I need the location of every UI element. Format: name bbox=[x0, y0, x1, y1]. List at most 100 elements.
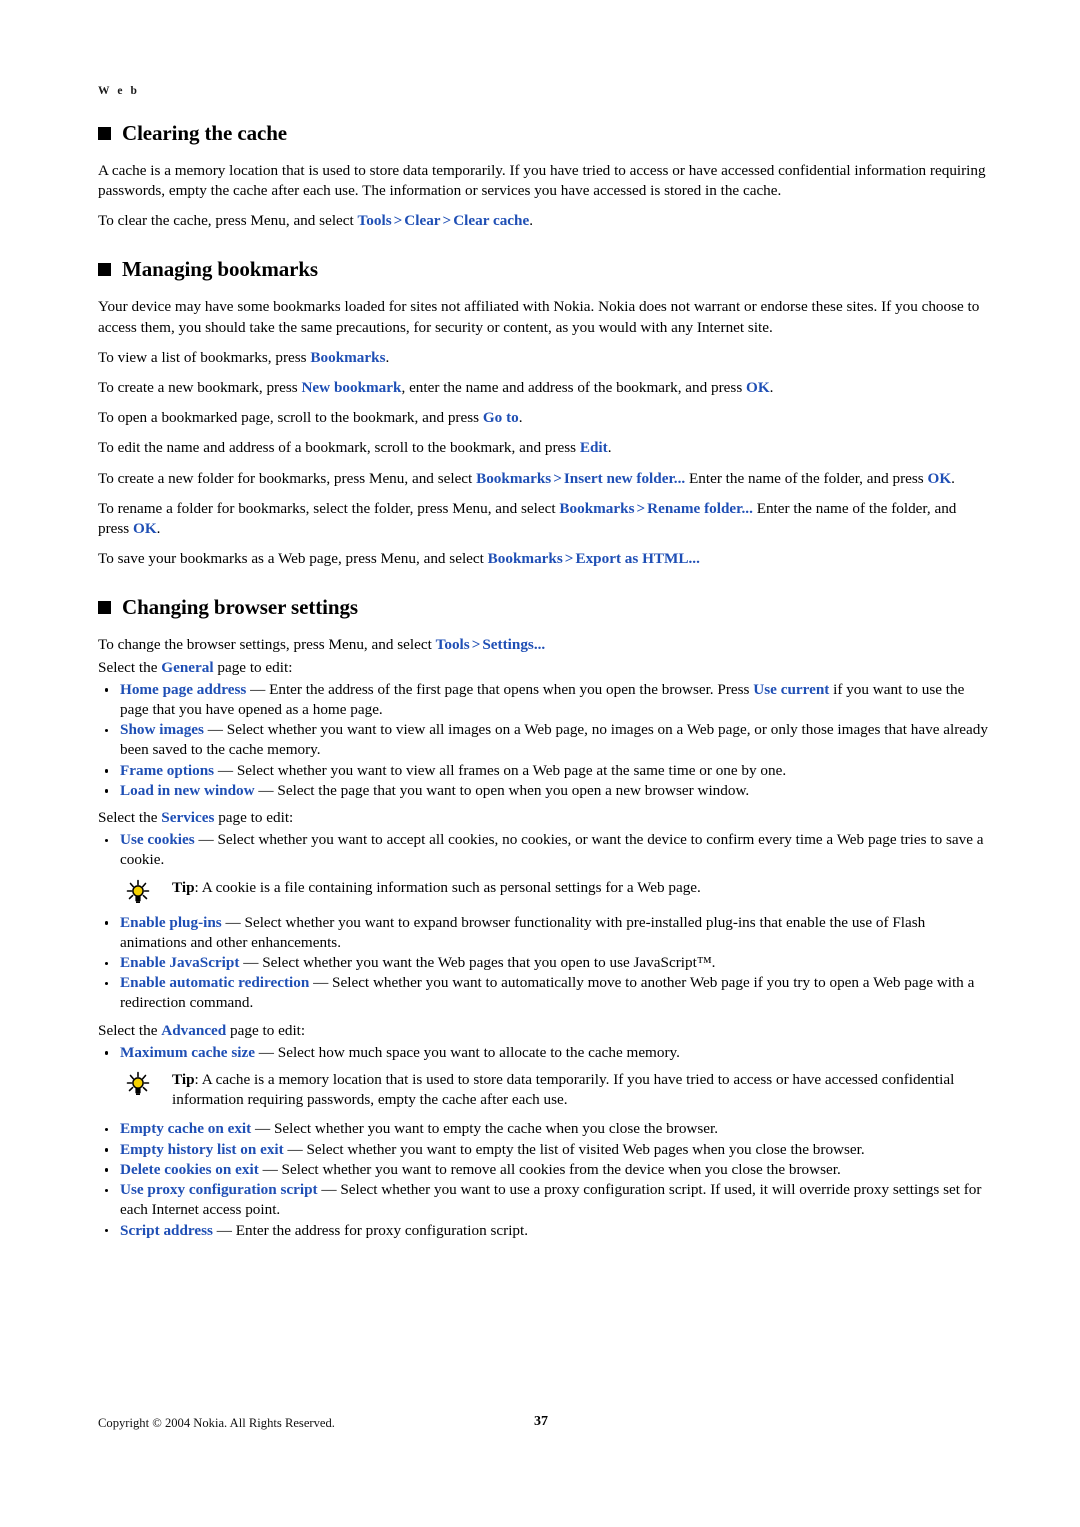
setting-description: Select whether you want to accept all co… bbox=[120, 831, 984, 869]
link-ok[interactable]: OK bbox=[133, 520, 157, 537]
dash: — bbox=[221, 913, 245, 931]
paragraph-cache-definition: A cache is a memory location that is use… bbox=[98, 161, 986, 199]
setting-term[interactable]: Use proxy configuration script bbox=[120, 1181, 318, 1198]
link-bookmarks[interactable]: Bookmarks bbox=[559, 500, 634, 517]
lightbulb-tip-icon bbox=[120, 1071, 156, 1097]
setting-term[interactable]: Use cookies bbox=[120, 831, 195, 848]
setting-term[interactable]: Script address bbox=[120, 1222, 213, 1239]
link-advanced[interactable]: Advanced bbox=[161, 1022, 226, 1039]
setting-term[interactable]: Enable plug-ins bbox=[120, 914, 222, 931]
instruction-open-bookmark: To open a bookmarked page, scroll to the… bbox=[98, 408, 988, 428]
text-trail: . bbox=[156, 519, 161, 537]
link-general[interactable]: General bbox=[161, 659, 213, 676]
link-bookmarks[interactable]: Bookmarks bbox=[310, 349, 385, 366]
setting-description: Select whether you want to empty the lis… bbox=[306, 1140, 865, 1158]
instruction-view-bookmarks: To view a list of bookmarks, press Bookm… bbox=[98, 348, 988, 368]
page-number: 37 bbox=[534, 1414, 548, 1429]
text-trail: . bbox=[607, 439, 612, 457]
text-lead: To create a new folder for bookmarks, pr… bbox=[98, 469, 477, 487]
setting-term[interactable]: Maximum cache size bbox=[120, 1044, 255, 1061]
services-settings-list-before-tip: Use cookies — Select whether you want to… bbox=[98, 830, 990, 870]
setting-term[interactable]: Delete cookies on exit bbox=[120, 1161, 259, 1178]
section-heading-changing-browser-settings: Changing browser settings bbox=[98, 596, 990, 619]
instruction-open-settings: To change the browser settings, press Me… bbox=[98, 635, 988, 655]
separator-gt: > bbox=[553, 469, 562, 487]
setting-term[interactable]: Empty history list on exit bbox=[120, 1141, 284, 1158]
instruction-export-as-html: To save your bookmarks as a Web page, pr… bbox=[98, 549, 988, 569]
tip-block-cache: Tip: A cache is a memory location that i… bbox=[98, 1070, 990, 1110]
text-trail: . bbox=[769, 378, 774, 396]
tip-text-cookie: Tip: A cookie is a file containing infor… bbox=[172, 878, 701, 898]
setting-description: Enter the address of the first page that… bbox=[269, 680, 754, 698]
setting-description: Select whether you want the Web pages th… bbox=[262, 954, 716, 972]
link-services[interactable]: Services bbox=[161, 809, 214, 826]
tip-label: Tip bbox=[172, 1071, 195, 1089]
link-clear[interactable]: Clear bbox=[404, 212, 440, 229]
square-bullet-icon bbox=[98, 126, 111, 140]
instruction-create-bookmark: To create a new bookmark, press New book… bbox=[98, 378, 988, 398]
link-ok[interactable]: OK bbox=[746, 379, 770, 396]
dash: — bbox=[194, 831, 218, 849]
link-go-to[interactable]: Go to bbox=[483, 409, 519, 426]
link-export-as-html[interactable]: Export as HTML... bbox=[575, 550, 699, 567]
dash: — bbox=[317, 1181, 341, 1199]
link-clear-cache[interactable]: Clear cache bbox=[453, 212, 529, 229]
link-ok[interactable]: OK bbox=[928, 470, 952, 487]
page-footer: Copyright © 2004 Nokia. All Rights Reser… bbox=[98, 1414, 990, 1435]
section-heading-clearing-the-cache: Clearing the cache bbox=[98, 120, 990, 145]
setting-term[interactable]: Home page address bbox=[120, 681, 246, 698]
tip-text-cache: Tip: A cache is a memory location that i… bbox=[172, 1070, 990, 1110]
setting-description: Select the page that you want to open wh… bbox=[277, 781, 750, 799]
setting-term[interactable]: Frame options bbox=[120, 762, 214, 779]
link-tools[interactable]: Tools bbox=[436, 636, 470, 653]
setting-term[interactable]: Empty cache on exit bbox=[120, 1120, 251, 1137]
services-settings-list-after-tip: Enable plug-ins — Select whether you wan… bbox=[98, 913, 990, 1014]
instruction-insert-new-folder: To create a new folder for bookmarks, pr… bbox=[98, 469, 988, 489]
link-bookmarks[interactable]: Bookmarks bbox=[476, 470, 551, 487]
advanced-settings-list-after-tip: Empty cache on exit — Select whether you… bbox=[98, 1119, 990, 1240]
instruction-trail: . bbox=[529, 212, 534, 229]
setting-description: Select whether you want to remove all co… bbox=[281, 1160, 841, 1178]
setting-term[interactable]: Show images bbox=[120, 721, 204, 738]
setting-description: Enter the address for proxy configuratio… bbox=[235, 1221, 529, 1239]
list-item-use-proxy-configuration-script: Use proxy configuration script — Select … bbox=[98, 1180, 990, 1220]
list-item-use-cookies: Use cookies — Select whether you want to… bbox=[98, 830, 990, 870]
link-bookmarks[interactable]: Bookmarks bbox=[488, 550, 563, 567]
square-bullet-icon bbox=[98, 601, 111, 615]
dash: — bbox=[254, 781, 278, 799]
section-heading-text: Managing bookmarks bbox=[122, 257, 318, 282]
section-heading-text: Clearing the cache bbox=[122, 120, 287, 145]
setting-term[interactable]: Enable automatic redirection bbox=[120, 974, 309, 991]
link-edit[interactable]: Edit bbox=[580, 439, 608, 456]
link-new-bookmark[interactable]: New bookmark bbox=[301, 379, 401, 396]
link-insert-new-folder[interactable]: Insert new folder... bbox=[564, 470, 685, 487]
text-lead: To create a new bookmark, press bbox=[98, 378, 302, 396]
tip-label: Tip bbox=[172, 878, 195, 896]
setting-term[interactable]: Enable JavaScript bbox=[120, 954, 239, 971]
dash: — bbox=[309, 974, 333, 992]
text-lead: To edit the name and address of a bookma… bbox=[98, 439, 580, 457]
link-use-current[interactable]: Use current bbox=[753, 681, 829, 698]
link-rename-folder[interactable]: Rename folder... bbox=[647, 500, 753, 517]
select-general-page: Select the General page to edit: bbox=[98, 658, 988, 678]
text-trail: page to edit: bbox=[226, 1021, 306, 1039]
list-item-enable-plug-ins: Enable plug-ins — Select whether you wan… bbox=[98, 913, 990, 953]
text-trail: page to edit: bbox=[213, 658, 293, 676]
text-lead: Select the bbox=[98, 1021, 162, 1039]
text-lead: To open a bookmarked page, scroll to the… bbox=[98, 409, 483, 427]
text-lead: To save your bookmarks as a Web page, pr… bbox=[98, 550, 488, 568]
separator-gt: > bbox=[636, 499, 646, 517]
instruction-rename-folder: To rename a folder for bookmarks, select… bbox=[98, 499, 988, 539]
text-trail: . bbox=[518, 409, 523, 427]
text-lead: To change the browser settings, press Me… bbox=[98, 636, 436, 654]
section-heading-managing-bookmarks: Managing bookmarks bbox=[98, 258, 990, 281]
link-tools[interactable]: Tools bbox=[358, 212, 392, 229]
tip-block-cookie: Tip: A cookie is a file containing infor… bbox=[98, 878, 990, 904]
link-settings[interactable]: Settings... bbox=[482, 636, 545, 653]
general-settings-list: Home page address — Enter the address of… bbox=[98, 680, 990, 801]
tip-content: : A cookie is a file containing informat… bbox=[194, 878, 701, 896]
setting-term[interactable]: Load in new window bbox=[120, 782, 255, 799]
dash: — bbox=[246, 680, 270, 698]
